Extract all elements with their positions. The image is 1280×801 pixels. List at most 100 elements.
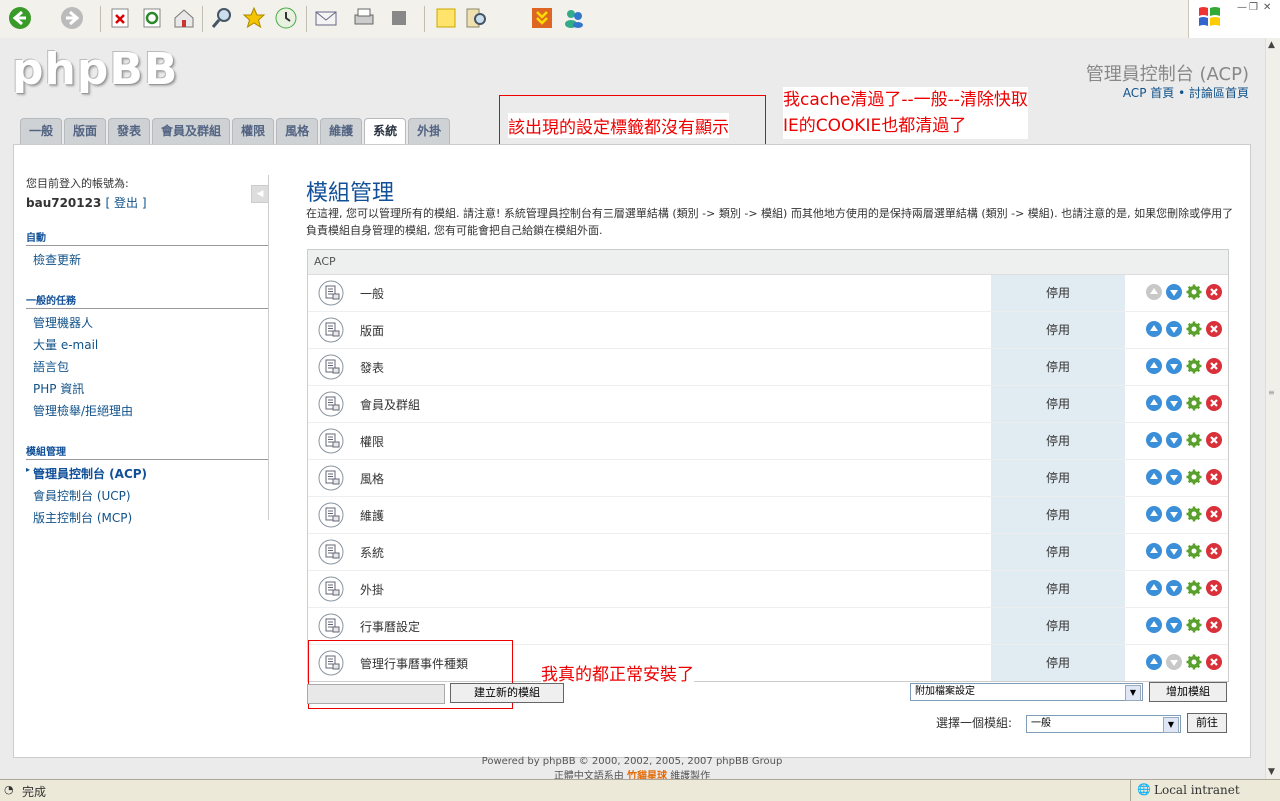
stop-icon[interactable] (108, 6, 132, 30)
add-module-select[interactable]: 附加檔案設定 ▼ (910, 683, 1143, 701)
delete-icon[interactable] (1206, 617, 1222, 633)
sidebar-item-mcp[interactable]: 版主控制台 (MCP) (26, 509, 268, 526)
module-name[interactable]: 一般 (360, 285, 384, 302)
delete-icon[interactable] (1206, 580, 1222, 596)
settings-icon[interactable] (1186, 284, 1202, 300)
module-status-link[interactable]: 停用 (991, 571, 1125, 607)
search-icon[interactable] (210, 6, 234, 30)
research-icon[interactable] (464, 6, 488, 30)
settings-icon[interactable] (1186, 580, 1202, 596)
settings-icon[interactable] (1186, 395, 1202, 411)
tab-permissions[interactable]: 權限 (232, 118, 275, 144)
module-status-link[interactable]: 停用 (991, 275, 1125, 311)
forum-home-link[interactable]: 討論區首頁 (1189, 86, 1249, 100)
tab-users-groups[interactable]: 會員及群組 (152, 118, 231, 144)
messenger-icon[interactable] (562, 6, 586, 30)
tab-forums[interactable]: 版面 (64, 118, 107, 144)
move-up-icon[interactable] (1146, 469, 1162, 485)
tab-system[interactable]: 系統 (364, 118, 407, 146)
module-name[interactable]: 風格 (360, 470, 384, 487)
tab-maintenance[interactable]: 維護 (320, 118, 363, 144)
history-icon[interactable] (274, 6, 298, 30)
module-status-link[interactable]: 停用 (991, 349, 1125, 385)
flashget-icon[interactable] (530, 6, 554, 30)
sidebar-item-mass-email[interactable]: 大量 e-mail (26, 336, 268, 353)
module-name[interactable]: 系統 (360, 544, 384, 561)
move-down-icon[interactable] (1166, 432, 1182, 448)
move-down-icon[interactable] (1166, 321, 1182, 337)
module-status-link[interactable]: 停用 (991, 534, 1125, 570)
move-up-icon[interactable] (1146, 432, 1162, 448)
settings-icon[interactable] (1186, 432, 1202, 448)
create-module-button[interactable]: 建立新的模組 (450, 683, 564, 703)
settings-icon[interactable] (1186, 543, 1202, 559)
notes-icon[interactable] (434, 6, 458, 30)
delete-icon[interactable] (1206, 358, 1222, 374)
home-icon[interactable] (172, 6, 196, 30)
delete-icon[interactable] (1206, 432, 1222, 448)
module-name[interactable]: 會員及群組 (360, 396, 420, 413)
module-status-link[interactable]: 停用 (991, 423, 1125, 459)
delete-icon[interactable] (1206, 506, 1222, 522)
mail-icon[interactable] (314, 6, 338, 30)
module-status-link[interactable]: 停用 (991, 645, 1125, 681)
module-name[interactable]: 版面 (360, 322, 384, 339)
settings-icon[interactable] (1186, 358, 1202, 374)
move-down-icon[interactable] (1166, 284, 1182, 300)
tab-general[interactable]: 一般 (20, 118, 63, 144)
tab-styles[interactable]: 風格 (276, 118, 319, 144)
move-down-icon[interactable] (1166, 395, 1182, 411)
delete-icon[interactable] (1206, 284, 1222, 300)
settings-icon[interactable] (1186, 506, 1202, 522)
logout-link[interactable]: [ 登出 ] (106, 196, 147, 210)
forward-icon[interactable] (60, 6, 84, 30)
new-module-input[interactable] (307, 684, 445, 704)
back-icon[interactable] (8, 6, 32, 30)
refresh-icon[interactable] (140, 6, 164, 30)
move-up-icon[interactable] (1146, 395, 1162, 411)
module-status-link[interactable]: 停用 (991, 608, 1125, 644)
restore-icon[interactable]: ❐ (1249, 2, 1258, 13)
move-down-icon[interactable] (1166, 358, 1182, 374)
module-name[interactable]: 發表 (360, 359, 384, 376)
settings-icon[interactable] (1186, 469, 1202, 485)
scroll-up-icon[interactable]: ▲ (1268, 40, 1275, 50)
go-button[interactable]: 前往 (1187, 713, 1227, 733)
move-up-icon[interactable] (1146, 654, 1162, 670)
sidebar-item-language-packs[interactable]: 語言包 (26, 358, 268, 375)
module-name[interactable]: 行事曆設定 (360, 618, 420, 635)
move-up-icon[interactable] (1146, 358, 1162, 374)
move-down-icon[interactable] (1166, 654, 1182, 670)
move-up-icon[interactable] (1146, 506, 1162, 522)
move-up-icon[interactable] (1146, 321, 1162, 337)
sidebar-item-ucp[interactable]: 會員控制台 (UCP) (26, 487, 268, 504)
move-down-icon[interactable] (1166, 506, 1182, 522)
chevron-down-icon[interactable]: ▼ (1163, 717, 1179, 733)
move-up-icon[interactable] (1146, 284, 1162, 300)
sidebar-item-check-updates[interactable]: 檢查更新 (26, 251, 268, 268)
settings-icon[interactable] (1186, 617, 1202, 633)
scroll-down-icon[interactable]: ▼ (1268, 767, 1275, 777)
sidebar-item-php-info[interactable]: PHP 資訊 (26, 380, 268, 397)
print-icon[interactable] (352, 6, 376, 30)
move-up-icon[interactable] (1146, 617, 1162, 633)
move-up-icon[interactable] (1146, 580, 1162, 596)
delete-icon[interactable] (1206, 321, 1222, 337)
tab-posting[interactable]: 發表 (108, 118, 151, 144)
chevron-down-icon[interactable]: ▼ (1125, 685, 1141, 701)
module-name[interactable]: 維護 (360, 507, 384, 524)
module-status-link[interactable]: 停用 (991, 312, 1125, 348)
acp-home-link[interactable]: ACP 首頁 (1123, 86, 1174, 100)
delete-icon[interactable] (1206, 395, 1222, 411)
sidebar-item-report-reasons[interactable]: 管理檢舉/拒絕理由 (26, 402, 268, 419)
module-name[interactable]: 權限 (360, 433, 384, 450)
scroll-grip-icon[interactable]: ≡ (1268, 388, 1275, 397)
move-down-icon[interactable] (1166, 617, 1182, 633)
module-status-link[interactable]: 停用 (991, 497, 1125, 533)
vertical-scrollbar[interactable]: ▲ ≡ ▼ (1265, 38, 1280, 779)
move-down-icon[interactable] (1166, 580, 1182, 596)
add-module-button[interactable]: 增加模組 (1149, 682, 1227, 702)
move-up-icon[interactable] (1146, 543, 1162, 559)
settings-icon[interactable] (1186, 321, 1202, 337)
close-icon[interactable]: ✕ (1263, 2, 1271, 13)
